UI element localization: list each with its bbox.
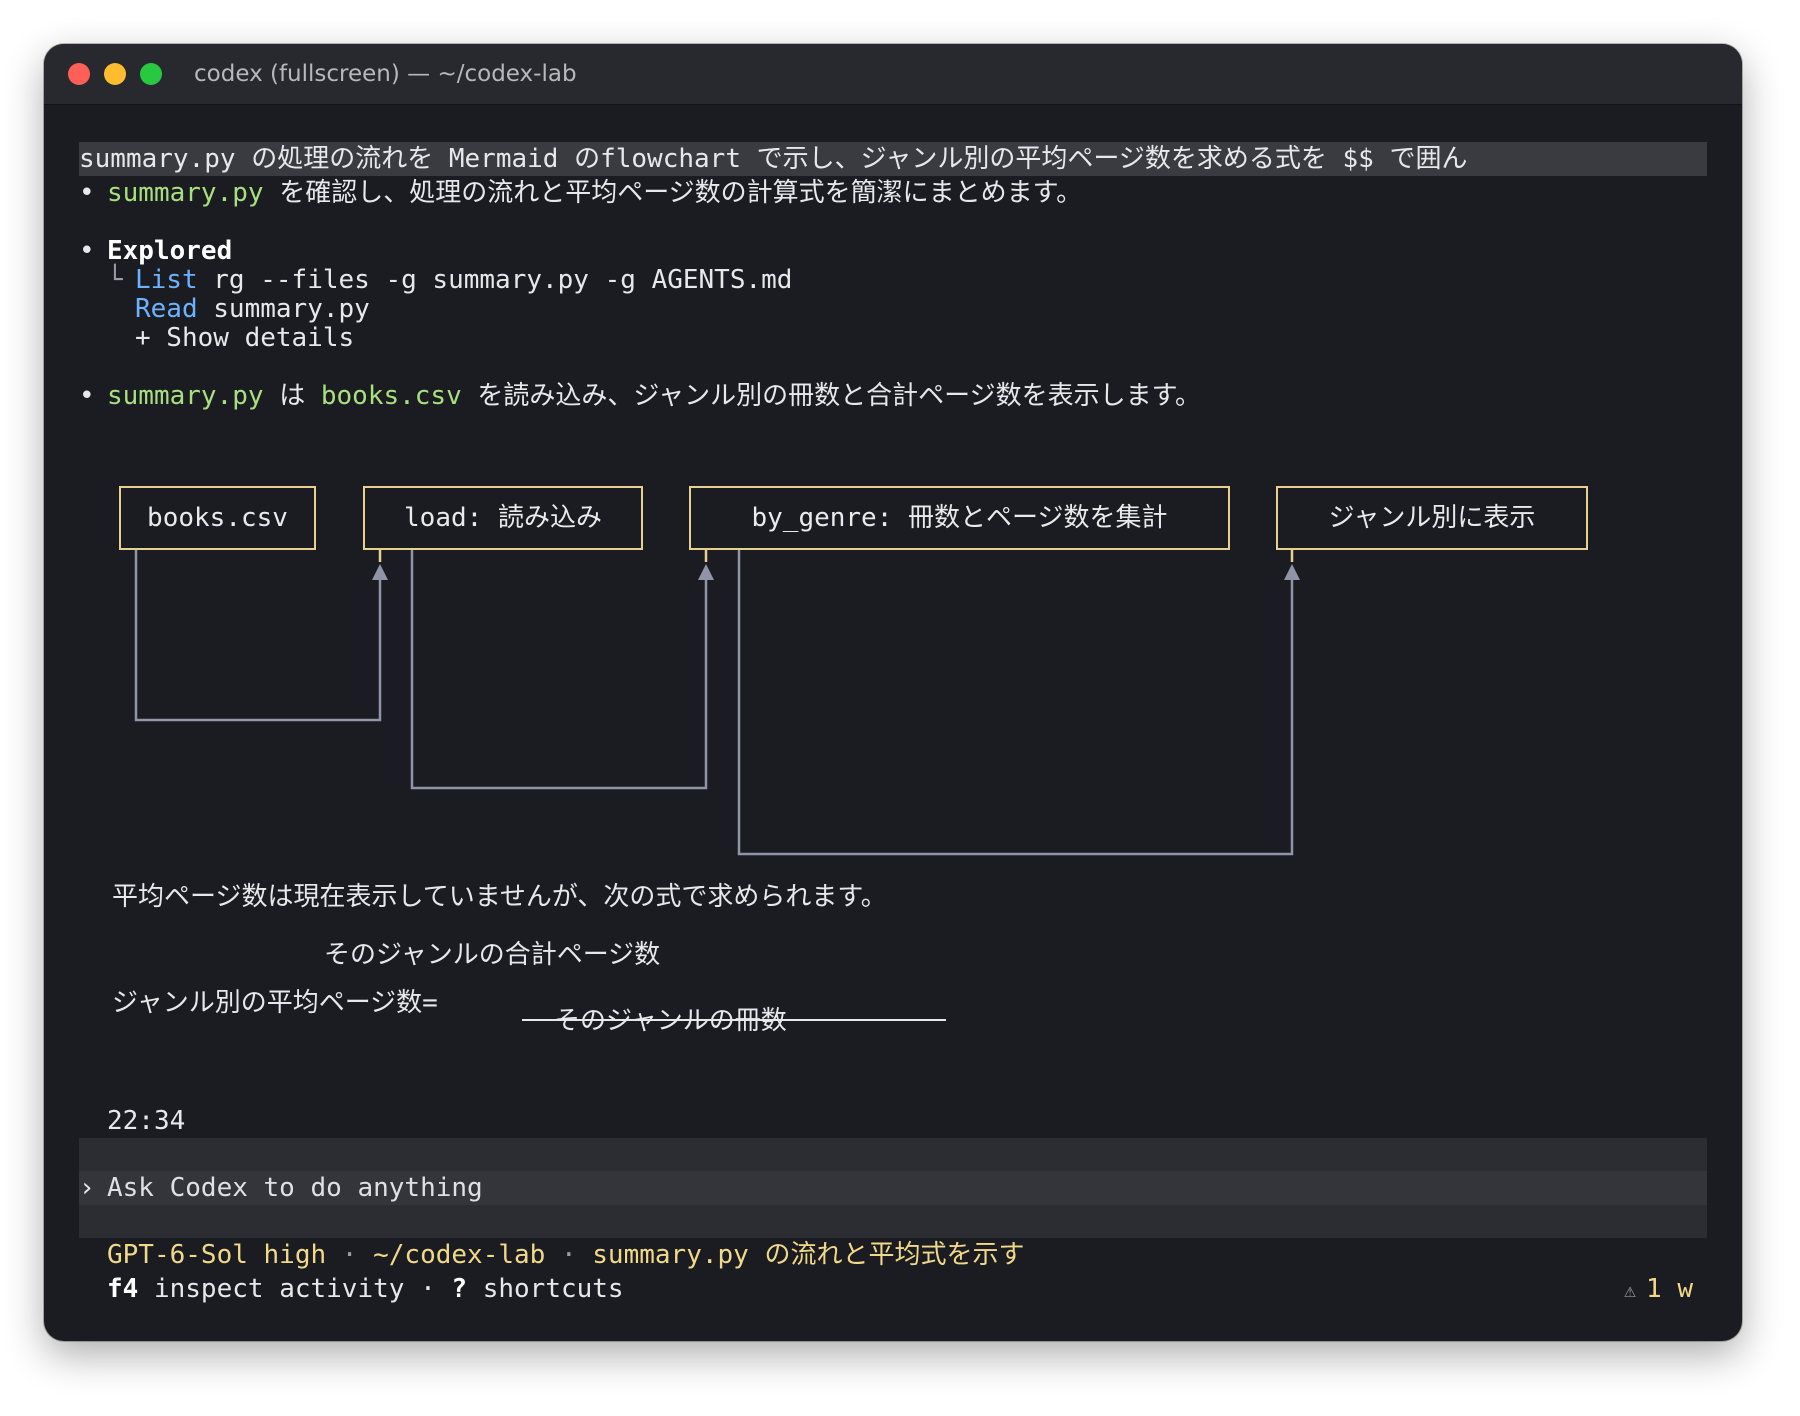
message-timestamp: 22:34	[107, 1106, 186, 1136]
arrowhead-icon	[372, 564, 388, 580]
formula-lhs: ジャンル別の平均ページ数=	[112, 988, 438, 1018]
flowchart-connectors	[134, 550, 1300, 856]
arrowhead-icon	[698, 564, 714, 580]
cwd-label: ~/codex-lab	[373, 1240, 546, 1270]
edge-by-genre-to-display	[737, 550, 1294, 856]
warning-icon: ⚠	[1624, 1278, 1637, 1302]
arrowhead-icon	[1284, 564, 1300, 580]
status-line: GPT-6-Sol high · ~/codex-lab · summary.p…	[107, 1240, 1025, 1270]
edge-load-to-by-genre	[410, 550, 708, 790]
model-label: GPT-6-Sol high	[107, 1240, 327, 1270]
shortcut-hints: f4 inspect activity · ? shortcuts	[107, 1274, 624, 1304]
composer-input[interactable]: Ask Codex to do anything	[107, 1171, 483, 1205]
chevron-right-icon: ›	[79, 1173, 95, 1203]
formula-numerator: そのジャンルの合計ページ数	[324, 940, 661, 970]
task-label: summary.py の流れと平均式を示す	[592, 1240, 1025, 1270]
terminal-window: codex (fullscreen) — ~/codex-lab summary…	[44, 44, 1742, 1341]
formula-denominator: そのジャンルの冊数	[554, 1006, 787, 1036]
edge-books-to-load	[134, 550, 382, 722]
formula-intro: 平均ページ数は現在表示していませんが、次の式で求められます。	[112, 882, 887, 912]
warning-indicator[interactable]: ⚠ 1 w	[1624, 1272, 1693, 1307]
